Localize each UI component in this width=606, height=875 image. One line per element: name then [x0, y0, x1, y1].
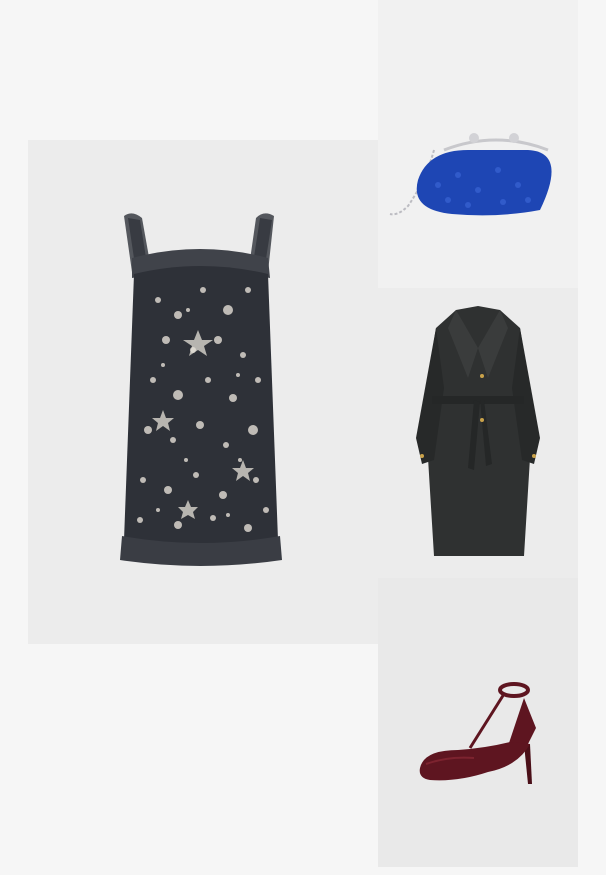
belted-coat-image: [416, 306, 540, 556]
product-card-dress[interactable]: [28, 140, 378, 644]
tstrap-pump-image: [419, 682, 536, 784]
beaded-clutch-image: [389, 133, 552, 216]
product-card-shoe[interactable]: [378, 578, 578, 867]
sequin-dress-image: [120, 213, 282, 566]
product-card-clutch[interactable]: [378, 0, 578, 288]
product-card-coat[interactable]: [378, 288, 578, 578]
